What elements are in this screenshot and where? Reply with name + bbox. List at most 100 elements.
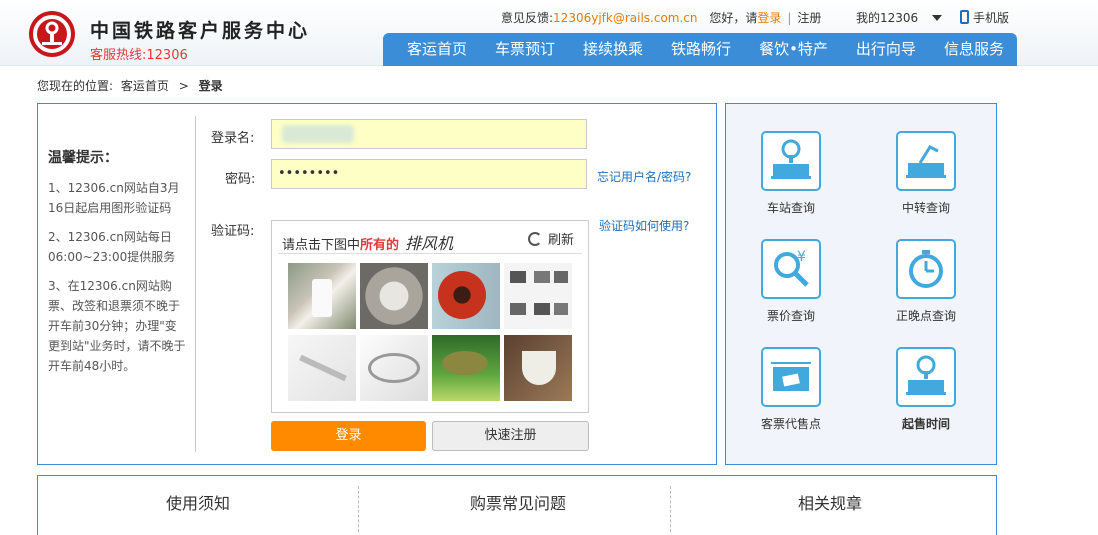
tips-panel: 温馨提示： 1、12306.cn网站自3月16日起启用图形验证码 2、12306… — [48, 148, 188, 385]
captcha-help-link[interactable]: 验证码如何使用? — [599, 217, 689, 234]
password-label: 密码: — [225, 172, 256, 187]
railway-logo-icon[interactable] — [29, 11, 75, 57]
tab-regulations[interactable]: 相关规章 — [670, 490, 990, 514]
lamp-shape — [299, 354, 347, 382]
breadcrumb-separator: > — [178, 79, 189, 93]
phone-icon — [960, 10, 969, 24]
captcha-divider — [278, 253, 582, 254]
tab-usage-notice[interactable]: 使用须知 — [38, 490, 358, 514]
hotline: 客服热线:12306 — [90, 48, 188, 63]
separator: | — [787, 11, 792, 25]
captcha-image-lamp[interactable] — [288, 335, 356, 401]
chameleon-shape — [442, 351, 488, 375]
nav-item-food[interactable]: 餐饮•特产 — [759, 33, 828, 66]
tab-ticket-faq[interactable]: 购票常见问题 — [358, 490, 678, 514]
red-fan-shape — [438, 271, 486, 319]
feedback-email-link[interactable]: 12306yjfk@rails.com.cn — [553, 11, 697, 25]
refresh-label: 刷新 — [547, 233, 574, 248]
nav-item-info[interactable]: 信息服务 — [944, 33, 1004, 66]
service-label: 正晚点查询 — [895, 309, 956, 323]
captcha-image-chameleon[interactable] — [432, 335, 500, 401]
nav-item-travel-guide[interactable]: 出行向导 — [856, 33, 916, 66]
captcha-label: 验证码: — [211, 224, 255, 239]
my-account-label: 我的12306 — [856, 11, 919, 25]
header-register-link[interactable]: 注册 — [797, 11, 821, 25]
captcha-image-red-fan[interactable] — [432, 263, 500, 329]
forgot-password-link[interactable]: 忘记用户名/密码? — [597, 168, 691, 185]
captcha-image-exhaust-fan[interactable] — [360, 263, 428, 329]
services-panel: 车站查询 中转查询 ¥ 票价查询 正晚点查询 客票代售点 起售时间 — [725, 103, 997, 465]
header-login-link[interactable]: 登录 — [757, 11, 781, 25]
transfer-icon — [896, 131, 956, 191]
captcha-image-candle[interactable] — [288, 263, 356, 329]
captcha-prompt-emphasis: 所有的 — [360, 238, 400, 253]
chevron-down-icon — [932, 15, 943, 21]
captcha-image-teacup[interactable] — [504, 335, 572, 401]
scale-shape — [534, 303, 550, 315]
breadcrumb-home-link[interactable]: 客运首页 — [121, 79, 169, 93]
captcha-prompt: 请点击下图中所有的 排风机 — [282, 230, 453, 254]
captcha-image-scale[interactable] — [360, 335, 428, 401]
feedback-label: 意见反馈: — [501, 11, 554, 25]
nav-item-home[interactable]: 客运首页 — [407, 33, 467, 66]
ticket-agent-icon — [761, 347, 821, 407]
captcha-image-scales[interactable] — [504, 263, 572, 329]
nav-item-booking[interactable]: 车票预订 — [495, 33, 555, 66]
divider — [195, 116, 196, 452]
username-input[interactable] — [271, 119, 587, 149]
tips-title: 温馨提示： — [48, 150, 118, 166]
tip-item: 2、12306.cn网站每日06:00~23:00提供服务 — [48, 230, 176, 264]
main-nav: 客运首页 车票预订 接续换乘 铁路畅行 餐饮•特产 出行向导 信息服务 — [383, 33, 1017, 66]
password-input[interactable]: •••••••• — [271, 159, 587, 189]
mobile-link[interactable]: 手机版 — [960, 9, 1009, 26]
scale-shape — [510, 271, 526, 283]
svg-text:¥: ¥ — [797, 249, 806, 265]
breadcrumb-prefix: 您现在的位置: — [37, 79, 114, 93]
breadcrumb-current: 登录 — [198, 79, 223, 93]
nav-item-transfer[interactable]: 接续换乘 — [583, 33, 643, 66]
tip-item: 3、在12306.cn网站购票、改签和退票须不晚于开车前30分钟；办理"变更到站… — [48, 279, 186, 373]
service-sale-time[interactable]: 起售时间 — [881, 347, 971, 432]
service-transfer-query[interactable]: 中转查询 — [881, 131, 971, 216]
scale-shape — [554, 271, 568, 283]
breadcrumb: 您现在的位置: 客运首页 > 登录 — [37, 77, 223, 94]
bottom-tabs: 使用须知 购票常见问题 相关规章 — [37, 475, 997, 535]
service-delay-query[interactable]: 正晚点查询 — [881, 239, 971, 324]
quick-register-button[interactable]: 快速注册 — [432, 421, 589, 451]
greeting-text: 您好，请 — [709, 11, 758, 25]
clock-icon — [896, 239, 956, 299]
candle-shape — [312, 279, 332, 317]
tip-item: 1、12306.cn网站自3月16日起启用图形验证码 — [48, 181, 180, 215]
service-label: 客票代售点 — [760, 417, 821, 431]
service-label: 车站查询 — [766, 201, 815, 215]
service-label: 起售时间 — [901, 417, 950, 431]
refresh-icon — [527, 232, 542, 246]
service-fare-query[interactable]: ¥ 票价查询 — [746, 239, 836, 324]
login-button[interactable]: 登录 — [271, 421, 426, 451]
username-label: 登录名: — [211, 131, 255, 146]
feedback: 意见反馈:12306yjfk@rails.com.cn 您好，请登录 | 注册 — [501, 9, 821, 26]
captcha-target-word: 排风机 — [405, 234, 454, 253]
captcha-refresh-button[interactable]: 刷新 — [527, 229, 574, 248]
station-icon — [896, 347, 956, 407]
service-label: 中转查询 — [901, 201, 950, 215]
mobile-label: 手机版 — [973, 11, 1010, 25]
scale-shape — [554, 303, 568, 315]
station-icon — [761, 131, 821, 191]
service-station-query[interactable]: 车站查询 — [746, 131, 836, 216]
site-header: 中国铁路客户服务中心 客服热线:12306 意见反馈:12306yjfk@rai… — [0, 0, 1098, 66]
captcha-box: 请点击下图中所有的 排风机 刷新 — [271, 220, 589, 413]
service-ticket-agents[interactable]: 客票代售点 — [746, 347, 836, 432]
scale-shape — [510, 303, 526, 315]
scale-shape — [368, 353, 420, 383]
teacup-shape — [522, 351, 556, 385]
nav-item-railway-pass[interactable]: 铁路畅行 — [671, 33, 731, 66]
my-account-menu[interactable]: 我的12306 — [856, 9, 943, 26]
blurred-username — [282, 125, 354, 143]
service-label: 票价查询 — [766, 309, 815, 323]
login-panel: 温馨提示： 1、12306.cn网站自3月16日起启用图形验证码 2、12306… — [37, 103, 717, 465]
scale-shape — [534, 271, 550, 283]
site-title: 中国铁路客户服务中心 — [90, 20, 311, 42]
captcha-prompt-text: 请点击下图中 — [282, 238, 361, 253]
fare-icon: ¥ — [761, 239, 821, 299]
